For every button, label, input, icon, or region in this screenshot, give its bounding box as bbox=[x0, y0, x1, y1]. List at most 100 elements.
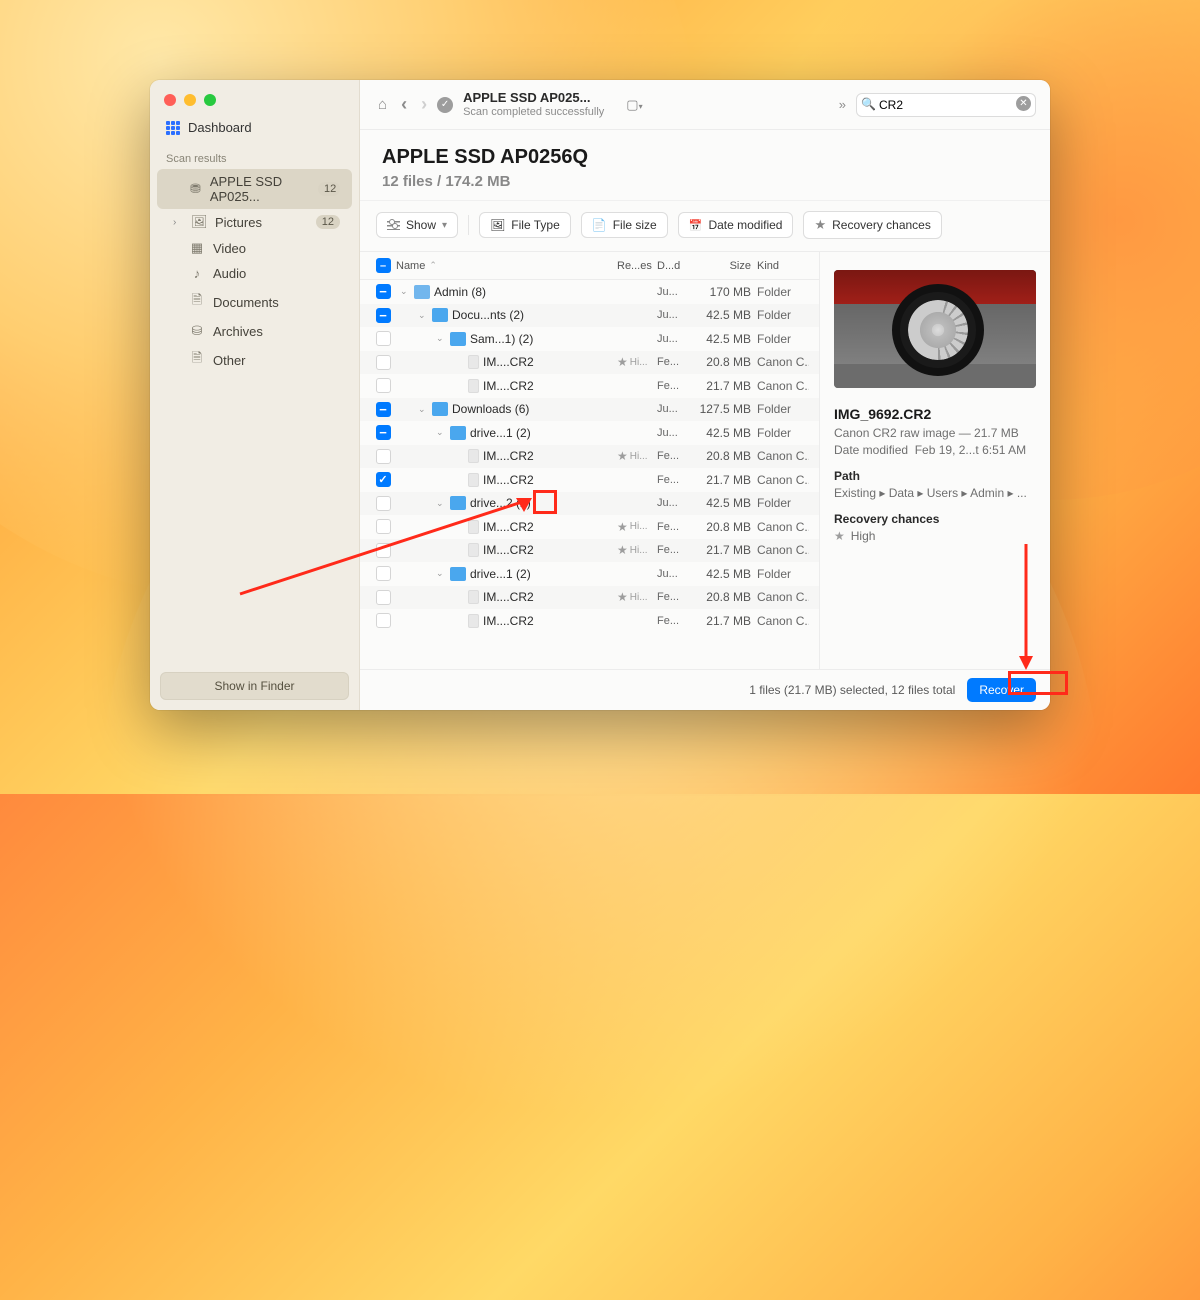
show-filter[interactable]: Show▾ bbox=[376, 212, 458, 238]
dashboard-icon bbox=[166, 121, 180, 135]
disclosure-icon[interactable]: ⌄ bbox=[436, 568, 446, 579]
recovery-filter[interactable]: Recovery chances bbox=[803, 211, 941, 239]
row-date: Ju... bbox=[657, 309, 693, 321]
row-checkbox[interactable] bbox=[376, 543, 391, 558]
row-checkbox[interactable]: ✓ bbox=[376, 472, 391, 487]
folder-icon bbox=[450, 332, 466, 346]
filesize-filter[interactable]: File size bbox=[581, 212, 668, 238]
search-icon: 🔍 bbox=[861, 97, 876, 111]
disclosure-icon[interactable]: ⌄ bbox=[436, 498, 446, 509]
row-checkbox[interactable] bbox=[376, 378, 391, 393]
disclosure-icon[interactable]: ⌄ bbox=[436, 427, 446, 438]
row-kind: Canon C... bbox=[751, 520, 809, 534]
table-row[interactable]: ✓IM....CR2Fe...21.7 MBCanon C... bbox=[360, 468, 819, 492]
table-row[interactable]: IM....CR2★ Hi...Fe...20.8 MBCanon C... bbox=[360, 586, 819, 610]
sidebar-item-label: APPLE SSD AP025... bbox=[210, 174, 310, 204]
select-all-checkbox[interactable]: – bbox=[376, 258, 391, 273]
row-checkbox[interactable]: − bbox=[376, 425, 391, 440]
row-checkbox[interactable] bbox=[376, 519, 391, 534]
home-icon[interactable] bbox=[374, 92, 391, 117]
table-row[interactable]: IM....CR2★ Hi...Fe...20.8 MBCanon C... bbox=[360, 445, 819, 469]
row-kind: Folder bbox=[751, 402, 809, 416]
sidebar-item-pictures[interactable]: ›🖼Pictures12 bbox=[157, 209, 352, 235]
fullscreen-icon[interactable] bbox=[204, 94, 216, 106]
row-checkbox[interactable] bbox=[376, 331, 391, 346]
file-table: – Name⌃ Re...es D...d Size Kind −⌄Admin … bbox=[360, 252, 820, 669]
row-recovery: ★ Hi... bbox=[617, 449, 657, 463]
table-row[interactable]: IM....CR2★ Hi...Fe...20.8 MBCanon C... bbox=[360, 351, 819, 375]
sidebar-item-drive[interactable]: ⛃APPLE SSD AP025...12 bbox=[157, 169, 352, 209]
calendar-icon bbox=[689, 218, 703, 232]
filetype-filter[interactable]: File Type bbox=[479, 212, 571, 238]
table-row[interactable]: IM....CR2Fe...21.7 MBCanon C... bbox=[360, 374, 819, 398]
col-date[interactable]: D...d bbox=[657, 260, 693, 272]
drive-icon: ⛃ bbox=[189, 181, 202, 197]
sidebar-item-archives[interactable]: ⛁Archives bbox=[157, 318, 352, 344]
minimize-icon[interactable] bbox=[184, 94, 196, 106]
row-recovery: ★ Hi... bbox=[617, 590, 657, 604]
row-checkbox[interactable]: − bbox=[376, 284, 391, 299]
table-row[interactable]: −⌄Downloads (6)Ju...127.5 MBFolder bbox=[360, 398, 819, 422]
search-field[interactable]: 🔍 ✕ bbox=[856, 93, 1036, 117]
sidebar-item-other[interactable]: 🗎Other bbox=[157, 344, 352, 376]
table-row[interactable]: IM....CR2★ Hi...Fe...20.8 MBCanon C... bbox=[360, 515, 819, 539]
sidebar-item-audio[interactable]: ♪ Audio bbox=[157, 261, 352, 286]
table-row[interactable]: ⌄Sam...1) (2)Ju...42.5 MBFolder bbox=[360, 327, 819, 351]
search-input[interactable] bbox=[856, 93, 1036, 117]
row-size: 20.8 MB bbox=[693, 449, 751, 463]
sidebar-item-documents[interactable]: 🗎Documents bbox=[157, 286, 352, 318]
scan-complete-icon: ✓ bbox=[437, 97, 453, 113]
table-row[interactable]: ⌄drive...1 (2)Ju...42.5 MBFolder bbox=[360, 562, 819, 586]
disclosure-icon[interactable]: ⌄ bbox=[418, 310, 428, 321]
col-size[interactable]: Size bbox=[693, 260, 751, 272]
row-checkbox[interactable] bbox=[376, 590, 391, 605]
star-icon: ★ bbox=[834, 529, 845, 543]
row-checkbox[interactable] bbox=[376, 355, 391, 370]
table-row[interactable]: −⌄Docu...nts (2)Ju...42.5 MBFolder bbox=[360, 304, 819, 328]
col-recovery[interactable]: Re...es bbox=[617, 260, 657, 272]
row-checkbox[interactable]: − bbox=[376, 308, 391, 323]
row-date: Ju... bbox=[657, 286, 693, 298]
folder-icon bbox=[450, 567, 466, 581]
disclosure-icon[interactable]: ⌄ bbox=[418, 404, 428, 415]
row-size: 21.7 MB bbox=[693, 379, 751, 393]
sidebar-item-video[interactable]: ▦Video bbox=[157, 235, 352, 261]
dashboard-link[interactable]: Dashboard bbox=[150, 112, 359, 147]
row-date: Fe... bbox=[657, 615, 693, 627]
table-row[interactable]: IM....CR2Fe...21.7 MBCanon C... bbox=[360, 609, 819, 633]
row-name: Docu...nts (2) bbox=[452, 308, 524, 322]
row-size: 127.5 MB bbox=[693, 402, 751, 416]
col-kind[interactable]: Kind bbox=[751, 260, 809, 272]
table-header: – Name⌃ Re...es D...d Size Kind bbox=[360, 252, 819, 280]
recover-button[interactable]: Recover bbox=[967, 678, 1036, 702]
disclosure-icon[interactable]: ⌄ bbox=[436, 333, 446, 344]
row-size: 42.5 MB bbox=[693, 332, 751, 346]
back-icon[interactable] bbox=[397, 90, 411, 119]
table-row[interactable]: IM....CR2★ Hi...Fe...21.7 MBCanon C... bbox=[360, 539, 819, 563]
row-size: 42.5 MB bbox=[693, 567, 751, 581]
more-icon[interactable] bbox=[835, 93, 850, 116]
disclosure-icon[interactable]: ⌄ bbox=[400, 286, 410, 297]
table-row[interactable]: −⌄drive...1 (2)Ju...42.5 MBFolder bbox=[360, 421, 819, 445]
show-in-finder-button[interactable]: Show in Finder bbox=[160, 672, 349, 700]
archives-icon: ⛁ bbox=[189, 323, 205, 339]
table-row[interactable]: −⌄Admin (8)Ju...170 MBFolder bbox=[360, 280, 819, 304]
recents-button[interactable]: ▢▾ bbox=[626, 97, 642, 113]
row-checkbox[interactable] bbox=[376, 496, 391, 511]
row-checkbox[interactable] bbox=[376, 566, 391, 581]
datemod-filter[interactable]: Date modified bbox=[678, 212, 794, 238]
doc-icon bbox=[592, 218, 607, 232]
row-name: drive...1 (2) bbox=[470, 426, 531, 440]
audio-icon: ♪ bbox=[189, 266, 205, 281]
sidebar-item-label: Audio bbox=[213, 266, 246, 281]
row-checkbox[interactable] bbox=[376, 449, 391, 464]
row-checkbox[interactable] bbox=[376, 613, 391, 628]
page-header: APPLE SSD AP0256Q 12 files / 174.2 MB bbox=[360, 130, 1050, 201]
row-checkbox[interactable]: − bbox=[376, 402, 391, 417]
row-kind: Canon C... bbox=[751, 543, 809, 557]
col-name[interactable]: Name⌃ bbox=[396, 260, 617, 272]
clear-search-icon[interactable]: ✕ bbox=[1016, 96, 1031, 111]
forward-icon[interactable] bbox=[417, 90, 431, 119]
close-icon[interactable] bbox=[164, 94, 176, 106]
table-row[interactable]: ⌄drive...2 (2)Ju...42.5 MBFolder bbox=[360, 492, 819, 516]
